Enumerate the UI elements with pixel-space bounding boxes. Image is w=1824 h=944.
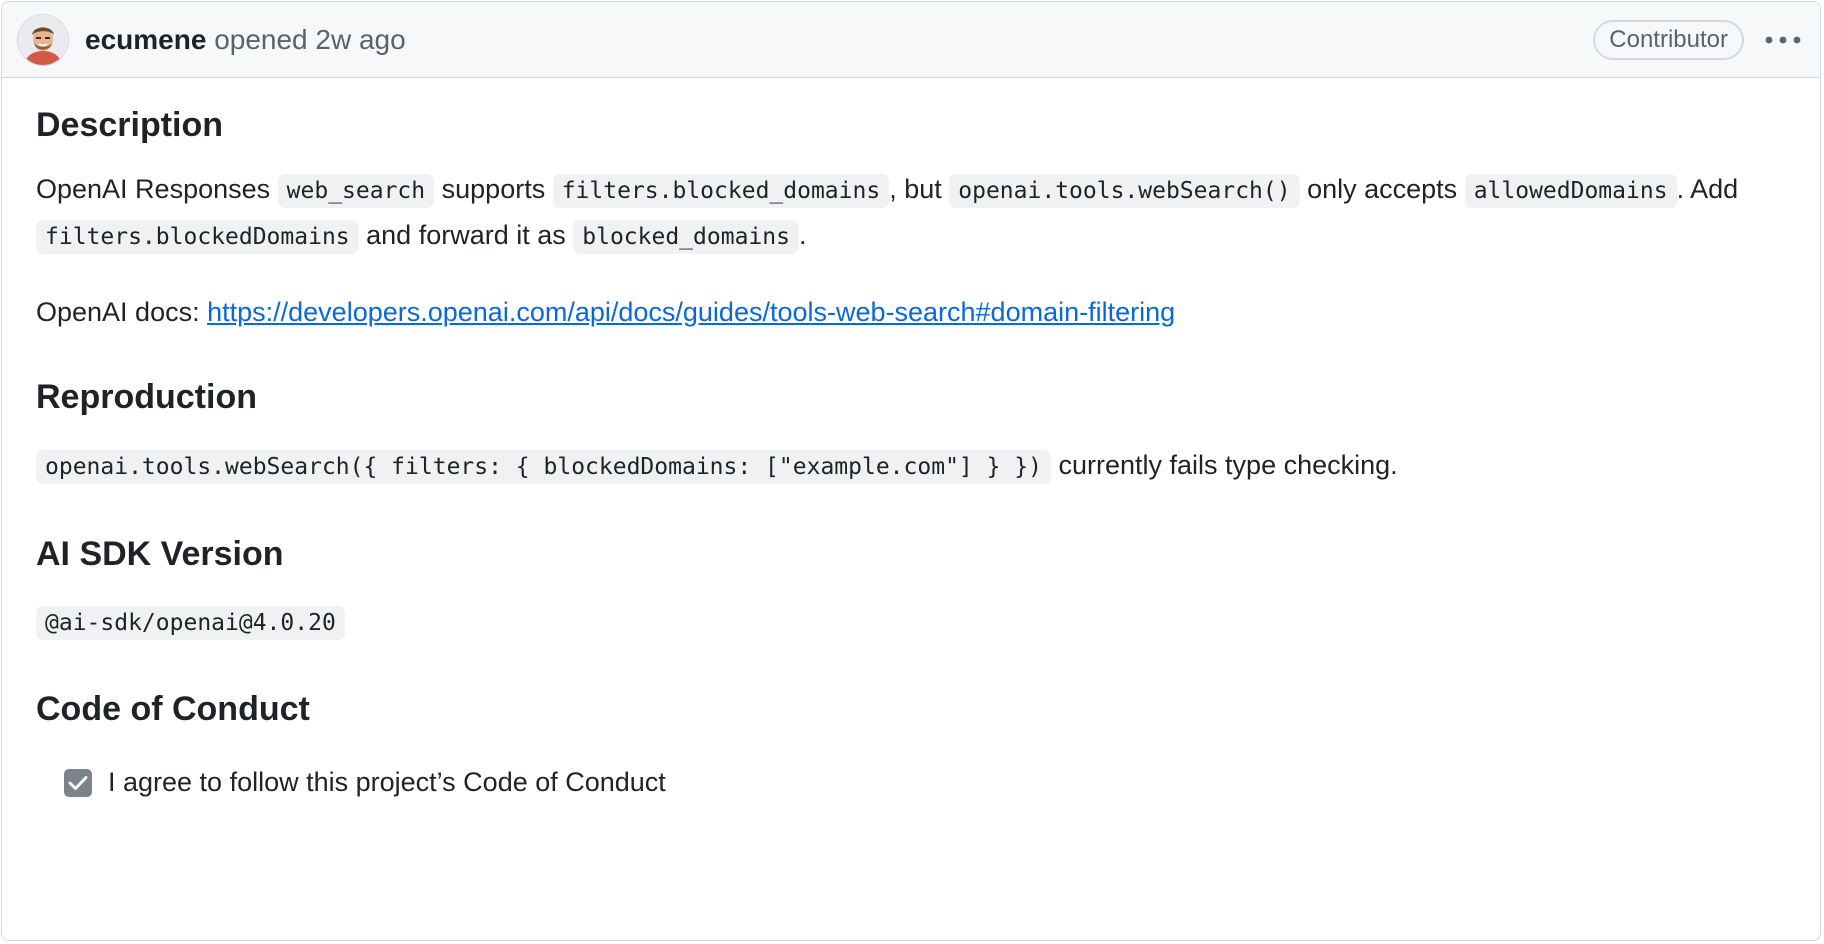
docs-paragraph: OpenAI docs: https://developers.openai.c… (36, 290, 1786, 334)
comment-header: ecumene opened 2w ago Contributor (2, 2, 1820, 78)
heading-code-of-conduct: Code of Conduct (36, 690, 310, 729)
text-span: . (798, 220, 807, 251)
comment-body: Description OpenAI Responses web_search … (2, 106, 1820, 798)
conduct-checkbox-row: I agree to follow this project’s Code of… (64, 767, 1786, 798)
reproduction-text: currently fails type checking. (1051, 450, 1398, 481)
text-span: , but (889, 174, 950, 205)
version-code: @ai-sdk/openai@4.0.20 (36, 606, 345, 641)
conduct-checkbox[interactable] (64, 768, 92, 797)
kebab-horizontal-icon[interactable] (1764, 25, 1802, 55)
heading-sdk-version: AI SDK Version (36, 535, 284, 574)
author-name[interactable]: ecumene (85, 24, 206, 55)
comment-header-text: ecumene opened 2w ago (85, 24, 406, 55)
text-span: supports (434, 174, 553, 205)
issue-comment: ecumene opened 2w ago Contributor Descri… (1, 1, 1821, 941)
contributor-badge: Contributor (1593, 19, 1744, 60)
reproduction-code: openai.tools.webSearch({ filters: { bloc… (36, 450, 1051, 485)
opened-time[interactable]: opened 2w ago (214, 24, 406, 55)
conduct-checkbox-label: I agree to follow this project’s Code of… (108, 767, 666, 798)
docs-link[interactable]: https://developers.openai.com/api/docs/g… (207, 297, 1175, 327)
text-span: . Add (1676, 174, 1739, 205)
description-paragraph: OpenAI Responses web_search supports fil… (36, 167, 1786, 259)
heading-reproduction: Reproduction (36, 378, 257, 417)
text-span: only accepts (1299, 174, 1465, 205)
inline-code: allowedDomains (1464, 174, 1677, 209)
reproduction-paragraph: openai.tools.webSearch({ filters: { bloc… (36, 443, 1786, 489)
author-avatar[interactable] (18, 14, 68, 65)
text-span: and forward it as (358, 220, 574, 251)
inline-code: openai.tools.webSearch() (949, 174, 1300, 209)
inline-code: blocked_domains (573, 220, 799, 255)
docs-label: OpenAI docs: (36, 297, 208, 328)
heading-description: Description (36, 106, 224, 144)
version-paragraph: @ai-sdk/openai@4.0.20 (36, 599, 1786, 645)
text-span: OpenAI Responses (36, 174, 278, 205)
inline-code: filters.blocked_domains (552, 174, 890, 209)
inline-code: web_search (277, 174, 435, 209)
inline-code: filters.blockedDomains (36, 220, 359, 255)
